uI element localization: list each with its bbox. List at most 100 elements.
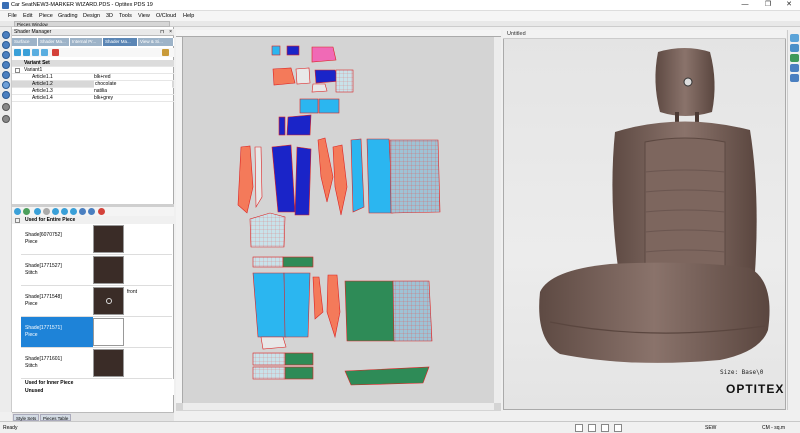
tab-view-si[interactable]: View & Si...: [138, 38, 174, 46]
piece-orange-c: [332, 144, 348, 216]
piece-white-a: [295, 67, 311, 85]
status-units: CM - sq.m: [762, 425, 786, 431]
measure-tool-icon[interactable]: [2, 115, 10, 123]
shader-library-icon[interactable]: [162, 49, 169, 56]
menu-grading[interactable]: Grading: [58, 12, 78, 20]
pan-icon[interactable]: [2, 81, 10, 89]
article-row[interactable]: Article1.1 blk+red: [12, 74, 174, 81]
shade-options-icon[interactable]: [61, 208, 68, 215]
menu-tools[interactable]: Tools: [119, 12, 132, 20]
maximize-button[interactable]: ❐: [757, 0, 779, 10]
ruler-left: [176, 37, 183, 403]
menu-3d[interactable]: 3D: [106, 12, 113, 20]
optitex-logo: OPTITEX: [726, 382, 785, 396]
shade-swatch[interactable]: [93, 318, 124, 346]
copy-variant-icon[interactable]: [23, 49, 30, 56]
shade-swatch[interactable]: [93, 287, 124, 315]
piece-white-c: [260, 336, 287, 350]
rotate-icon[interactable]: [790, 44, 799, 52]
shade-row[interactable]: Shade[1771548] Piece front: [21, 286, 172, 317]
tab-surface[interactable]: Surface: [12, 38, 38, 46]
menu-view[interactable]: View: [138, 12, 150, 20]
tab-pieces-table[interactable]: Pieces Table: [40, 414, 72, 421]
status-layer-icon[interactable]: [614, 424, 622, 432]
tab-internal-pr[interactable]: Internal Pr...: [70, 38, 103, 46]
assign-shade-icon[interactable]: [52, 208, 59, 215]
view-3d-icon[interactable]: [790, 34, 799, 42]
shade-properties-icon[interactable]: [70, 208, 77, 215]
status-bar: Ready SEW CM - sq.m: [0, 421, 800, 433]
piece-blue-d: [366, 138, 394, 214]
group-entire-piece: Used for Entire Piece: [12, 216, 174, 224]
title-bar: Car SeatNEW3-MARKER WIZARD.PDS - Optitex…: [0, 0, 800, 11]
status-snap-icon[interactable]: [588, 424, 596, 432]
edit-shade-icon[interactable]: [43, 208, 50, 215]
shade-swatch[interactable]: [93, 349, 124, 377]
piece-blue-a: [299, 98, 319, 114]
zoom-in-icon[interactable]: [2, 31, 10, 39]
expand-toggle-icon[interactable]: [15, 68, 20, 73]
import-variant-icon[interactable]: [41, 49, 48, 56]
piece-pink: [311, 46, 337, 63]
menu-design[interactable]: Design: [83, 12, 100, 20]
tab-style-sets[interactable]: Style Sets: [13, 414, 40, 421]
shade-row[interactable]: Shade[1771601] Stitch: [21, 348, 172, 379]
add-article-icon[interactable]: [32, 49, 39, 56]
zoom-selection-icon[interactable]: [2, 91, 10, 99]
tab-shader-ma-2[interactable]: Shader Ma...: [103, 38, 138, 46]
menu-help[interactable]: Help: [183, 12, 194, 20]
menu-edit[interactable]: Edit: [23, 12, 32, 20]
headrest-button-icon: [683, 77, 693, 87]
menu-file[interactable]: File: [8, 12, 17, 20]
piece-orange-b: [317, 137, 334, 203]
shade-import-icon[interactable]: [88, 208, 95, 215]
shade-row-selected[interactable]: Shade[1771571] Piece: [21, 317, 172, 348]
canvas-horizontal-scrollbar[interactable]: [183, 403, 494, 410]
status-grid-icon[interactable]: [575, 424, 583, 432]
article-row[interactable]: Article1.4 blk+grey: [12, 95, 174, 102]
article-row[interactable]: Article1.3 natilia: [12, 88, 174, 95]
shade-swatch[interactable]: [93, 225, 124, 253]
piece-grid-d: [252, 256, 284, 268]
shade-row[interactable]: Shade[1771527] Stitch: [21, 255, 172, 286]
variant-row[interactable]: Variant1: [12, 67, 174, 74]
zoom-window-icon[interactable]: [2, 61, 10, 69]
add-shade-icon[interactable]: [23, 208, 30, 215]
delete-shade-icon[interactable]: [98, 208, 105, 215]
zoom-prev-icon[interactable]: [2, 71, 10, 79]
close-panel-icon[interactable]: ×: [169, 29, 172, 36]
close-button[interactable]: ✕: [778, 0, 800, 10]
article-row-selected[interactable]: Article1.2 chocolate: [12, 81, 174, 88]
piece-orange-side: [237, 145, 254, 214]
add-variant-icon[interactable]: [14, 49, 21, 56]
zoom-out-icon[interactable]: [2, 41, 10, 49]
piece-white-b: [311, 83, 328, 93]
zoom-fit-icon[interactable]: [2, 51, 10, 59]
render-icon[interactable]: [790, 74, 799, 82]
texture-icon[interactable]: [790, 64, 799, 72]
piece-grid-e: [392, 280, 433, 342]
pattern-pieces[interactable]: [183, 37, 494, 403]
status-ortho-icon[interactable]: [601, 424, 609, 432]
shade-row[interactable]: Shade[6070752] Piece: [21, 224, 172, 255]
piece-orange-a: [272, 67, 296, 86]
pin-icon[interactable]: ⊓: [160, 29, 164, 36]
new-shade-icon[interactable]: [14, 208, 21, 215]
simulate-icon[interactable]: [790, 54, 799, 62]
car-seat-render[interactable]: [520, 42, 780, 372]
tab-shader-ma-1[interactable]: Shader Ma...: [38, 38, 70, 46]
canvas-vertical-scrollbar[interactable]: [494, 37, 501, 403]
piece-orange-d: [312, 276, 324, 320]
refresh-shade-icon[interactable]: [34, 208, 41, 215]
shade-export-icon[interactable]: [79, 208, 86, 215]
shade-swatch[interactable]: [93, 256, 124, 284]
minimize-button[interactable]: —: [734, 0, 756, 10]
collapse-toggle-icon[interactable]: [15, 218, 20, 223]
menu-ocloud[interactable]: O/Cloud: [156, 12, 176, 20]
delete-variant-icon[interactable]: [52, 49, 59, 56]
piece-blue-f: [283, 272, 311, 338]
piece-navy-d: [271, 144, 296, 213]
menu-piece[interactable]: Piece: [39, 12, 53, 20]
settings-tool-icon[interactable]: [2, 103, 10, 111]
piece-small-navy: [286, 45, 300, 56]
